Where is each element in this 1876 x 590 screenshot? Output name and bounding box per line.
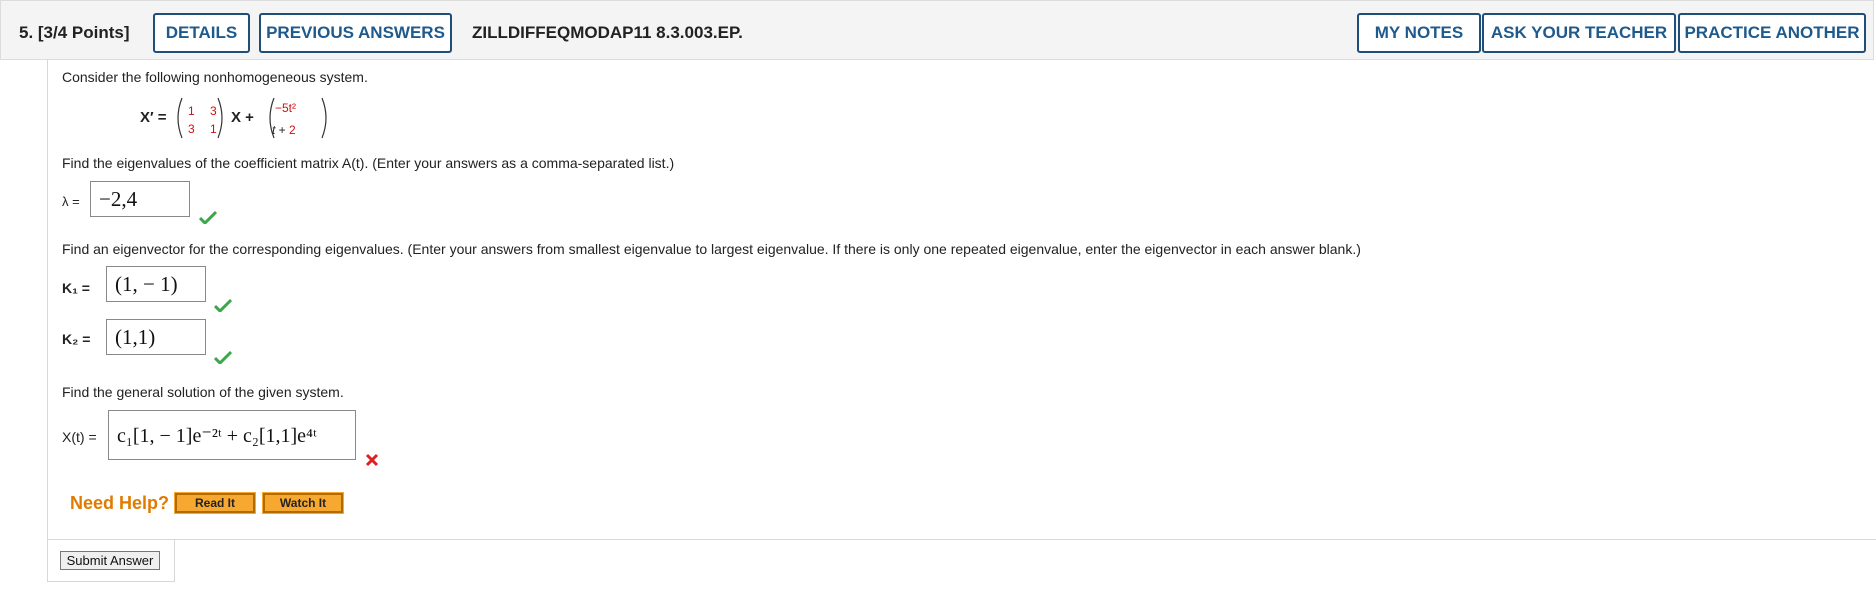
eigenvalue-answer-field[interactable]: −2,4 — [90, 181, 190, 217]
question-label: 5. [3/4 Points] — [19, 23, 130, 42]
incorrect-x-icon — [365, 453, 379, 467]
ask-teacher-button[interactable]: ASK YOUR TEACHER — [1482, 13, 1676, 53]
equation-mid: X + — [231, 109, 254, 126]
forcing-bottom: t + 2 — [272, 123, 296, 137]
matrix-a11: 1 — [188, 104, 195, 118]
general-solution-field[interactable]: c₁[1, − 1]e⁻²ᵗ + c₂[1,1]e⁴ᵗ — [108, 410, 356, 460]
practice-another-button[interactable]: PRACTICE ANOTHER — [1678, 13, 1866, 53]
x-label: X(t) = — [62, 429, 97, 445]
my-notes-button[interactable]: MY NOTES — [1357, 13, 1481, 53]
matrix-a12: 3 — [210, 104, 217, 118]
system-equation: X′ = 1 3 3 1 X + −5t² t + 2 — [138, 96, 328, 140]
equation-lhs: X′ = — [140, 109, 167, 126]
submit-answer-button[interactable]: Submit Answer — [60, 551, 160, 570]
forcing-top: −5t² — [275, 101, 297, 115]
correct-check-icon — [199, 210, 217, 224]
eigenvalue-question: Find the eigenvalues of the coefficient … — [62, 155, 675, 171]
problem-code: ZILLDIFFEQMODAP11 8.3.003.EP. — [472, 23, 743, 42]
details-button[interactable]: DETAILS — [153, 13, 250, 53]
question-header: 5. [3/4 Points] DETAILS PREVIOUS ANSWERS… — [0, 0, 1874, 60]
need-help-label: Need Help? — [70, 493, 170, 513]
k2-answer-field[interactable]: (1,1) — [106, 319, 206, 355]
problem-intro: Consider the following nonhomogeneous sy… — [62, 69, 368, 85]
matrix-a22: 1 — [210, 122, 217, 136]
read-it-button[interactable]: Read It — [174, 492, 256, 514]
matrix-brackets — [177, 97, 327, 139]
watch-it-button[interactable]: Watch It — [262, 492, 344, 514]
k2-label: K₂ = — [62, 331, 91, 347]
correct-check-icon — [214, 350, 232, 364]
k1-answer-field[interactable]: (1, − 1) — [106, 266, 206, 302]
eigenvector-question: Find an eigenvector for the correspondin… — [62, 241, 1361, 257]
correct-check-icon — [214, 298, 232, 312]
previous-answers-button[interactable]: PREVIOUS ANSWERS — [259, 13, 452, 53]
lambda-label: λ = — [62, 194, 80, 209]
matrix-a21: 3 — [188, 122, 195, 136]
general-solution-question: Find the general solution of the given s… — [62, 384, 344, 400]
k1-label: K₁ = — [62, 280, 90, 296]
